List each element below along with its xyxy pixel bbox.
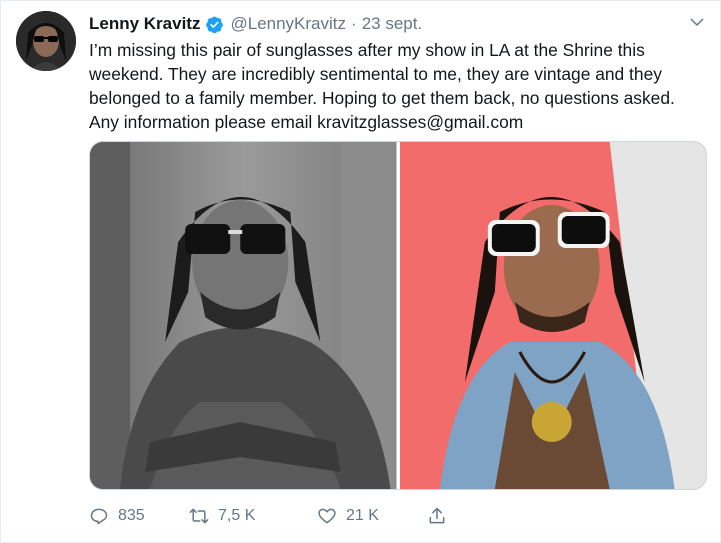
tweet-header: Lenny Kravitz @LennyKravitz · 23 sept. — [89, 11, 680, 37]
header-separator: · — [351, 14, 357, 33]
author-avatar[interactable] — [16, 11, 76, 71]
retweet-button[interactable]: 7,5 K — [189, 506, 317, 526]
author-name[interactable]: Lenny Kravitz — [89, 14, 200, 34]
reply-icon — [90, 508, 108, 525]
reply-count: 835 — [118, 507, 145, 524]
retweet-count: 7,5 K — [218, 507, 256, 524]
tweet-date[interactable]: 23 sept. — [362, 14, 423, 34]
like-icon — [318, 508, 336, 524]
photo-left[interactable] — [90, 142, 397, 489]
photo-right[interactable] — [399, 142, 706, 489]
author-handle[interactable]: @LennyKravitz — [230, 14, 346, 34]
share-button[interactable] — [427, 506, 456, 526]
like-count: 21 K — [346, 507, 379, 524]
tweet-actions: 835 7,5 K 21 K — [89, 506, 456, 526]
verified-badge-icon — [205, 15, 224, 34]
reply-button[interactable]: 835 — [89, 506, 189, 526]
chevron-down-icon[interactable] — [688, 13, 706, 31]
tweet-media[interactable] — [89, 141, 707, 490]
like-button[interactable]: 21 K — [317, 506, 427, 526]
tweet-text: I’m missing this pair of sunglasses afte… — [89, 40, 675, 132]
retweet-icon — [189, 508, 209, 524]
share-icon — [429, 507, 445, 524]
tweet-card[interactable]: Lenny Kravitz @LennyKravitz · 23 sept. I… — [0, 0, 721, 543]
